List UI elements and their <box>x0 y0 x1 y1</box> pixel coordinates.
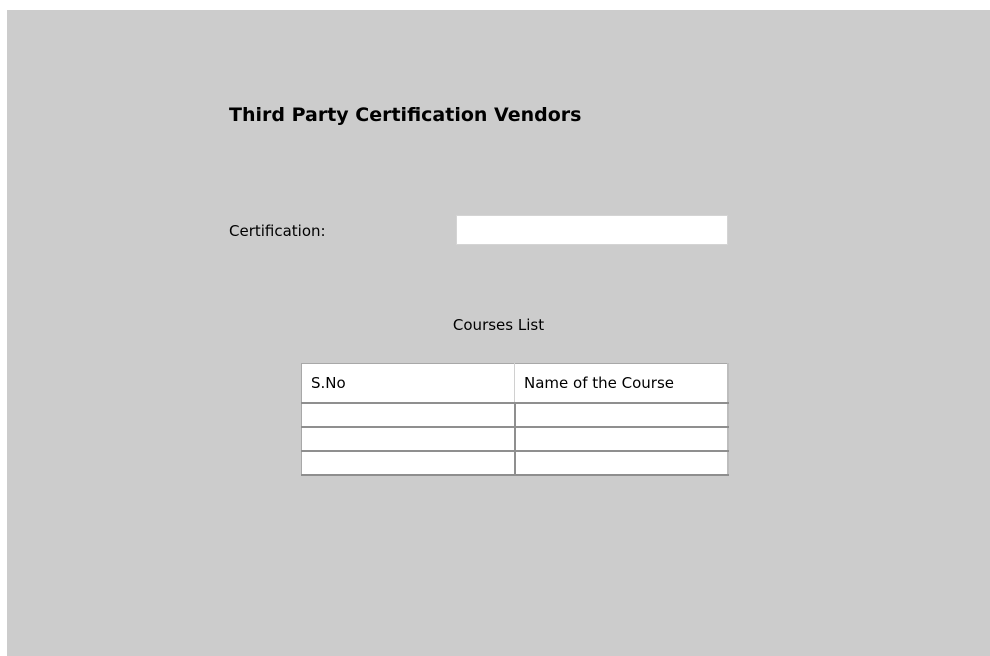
certification-label: Certification: <box>229 222 326 240</box>
table-cell-sno[interactable] <box>301 403 516 428</box>
courses-table: S.No Name of the Course <box>301 363 729 476</box>
column-header-sno[interactable]: S.No <box>301 363 515 404</box>
table-header-row: S.No Name of the Course <box>301 363 728 404</box>
certification-input[interactable] <box>456 215 728 245</box>
page-title: Third Party Certification Vendors <box>229 104 582 126</box>
table-row[interactable] <box>301 403 728 428</box>
table-cell-course-name[interactable] <box>515 451 729 475</box>
table-cell-course-name[interactable] <box>514 403 728 428</box>
courses-list-heading: Courses List <box>452 316 545 334</box>
column-header-course-name[interactable]: Name of the Course <box>514 363 728 404</box>
main-panel: Third Party Certification Vendors Certif… <box>7 10 990 656</box>
table-row[interactable] <box>301 451 729 475</box>
table-cell-course-name[interactable] <box>514 427 728 452</box>
table-row[interactable] <box>301 427 728 452</box>
table-cell-sno[interactable] <box>301 451 516 475</box>
table-cell-sno[interactable] <box>301 427 516 452</box>
